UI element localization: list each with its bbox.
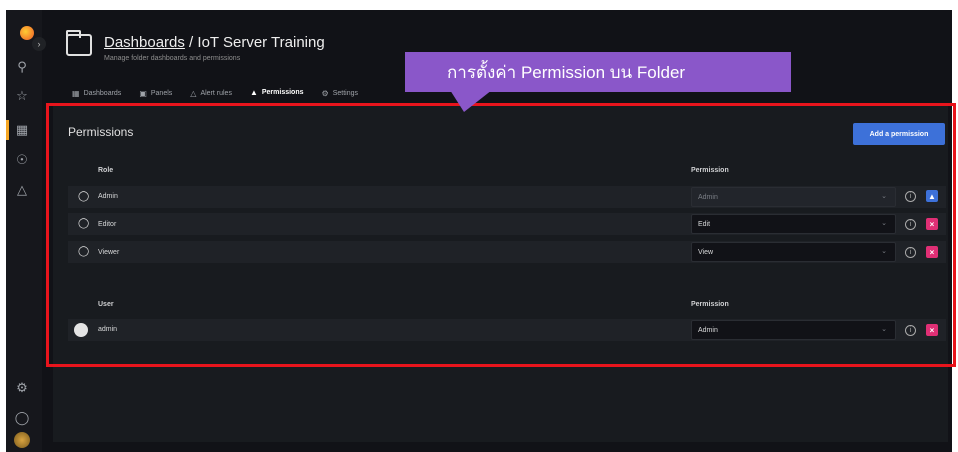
sidebar-expand-button[interactable]: ›: [32, 37, 46, 51]
folder-name: IoT Server Training: [197, 34, 325, 51]
gear-icon: ⚙: [321, 89, 329, 98]
grafana-logo-icon[interactable]: [20, 26, 34, 40]
lock-icon: ▲: [249, 88, 258, 97]
callout-pointer: [450, 90, 492, 112]
user-avatar[interactable]: [14, 432, 30, 448]
star-icon[interactable]: ☆: [12, 86, 32, 106]
tab-label: Alert rules: [200, 90, 232, 97]
page-subtitle: Manage folder dashboards and permissions: [104, 55, 241, 62]
dashboards-icon[interactable]: ▦: [12, 120, 32, 140]
tab-label: Permissions: [261, 89, 304, 96]
panels-icon: ▣: [139, 89, 147, 98]
panel-bottom-area: [53, 370, 948, 442]
page-title: Dashboards / IoT Server Training: [104, 34, 325, 51]
highlight-box: [46, 103, 956, 367]
settings-gear-icon[interactable]: ⚙: [12, 378, 32, 398]
search-icon[interactable]: ⚲: [12, 57, 32, 77]
sidebar: ⚲ ☆ ▦ ☉ △ ⚙ ◯: [6, 10, 42, 452]
breadcrumb-dashboards-link[interactable]: Dashboards: [104, 34, 185, 51]
breadcrumb-separator: /: [184, 34, 198, 51]
sidebar-active-indicator: [6, 120, 9, 140]
bell-icon: △: [190, 89, 197, 98]
alerting-bell-icon[interactable]: △: [12, 180, 32, 200]
explore-icon[interactable]: ☉: [12, 150, 32, 170]
tab-label: Settings: [332, 90, 358, 97]
grid-icon: ▦: [72, 89, 80, 98]
tab-label: Panels: [150, 90, 173, 97]
shield-icon[interactable]: ◯: [12, 408, 32, 428]
folder-icon: [66, 30, 92, 56]
annotation-callout: การตั้งค่า Permission บน Folder: [405, 52, 791, 92]
tab-label: Dashboards: [83, 90, 122, 97]
